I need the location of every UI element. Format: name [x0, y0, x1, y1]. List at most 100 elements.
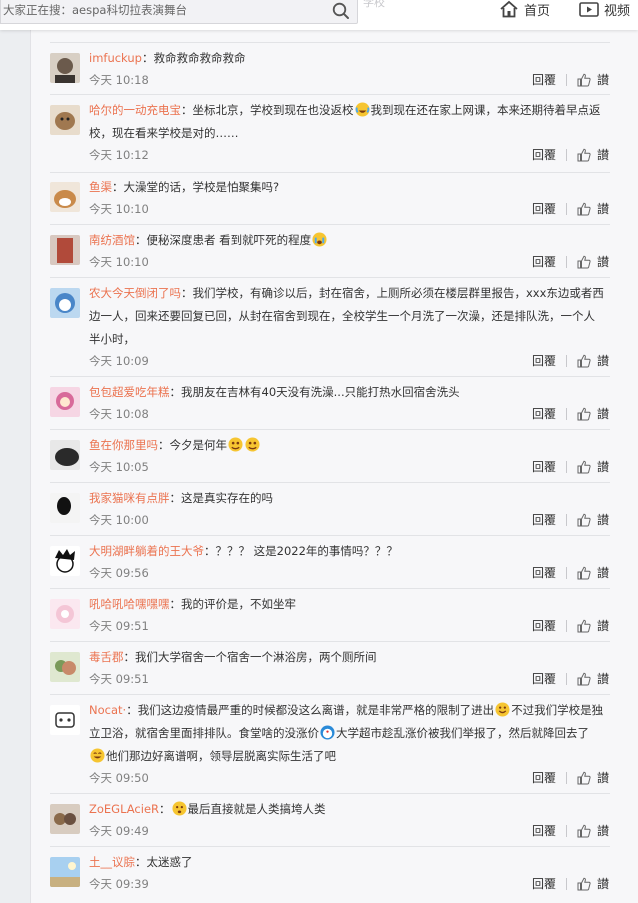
avatar[interactable] — [50, 440, 80, 470]
avatar[interactable] — [50, 288, 80, 318]
doraemon-emoji-icon — [320, 725, 335, 740]
avatar[interactable] — [50, 857, 80, 887]
avatar[interactable] — [50, 105, 80, 135]
thumbs-up-icon — [577, 877, 591, 890]
comment-divider — [50, 376, 610, 377]
reply-button[interactable]: 回覆 — [532, 146, 556, 163]
dizzy-emoji-icon — [228, 437, 243, 452]
like-button[interactable]: 讃 — [577, 253, 609, 270]
avatar[interactable] — [50, 387, 80, 417]
avatar[interactable] — [50, 182, 80, 212]
nav-home[interactable]: 首页 — [499, 0, 550, 19]
comment-time: 今天 10:08 — [89, 407, 149, 421]
avatar[interactable] — [50, 546, 80, 576]
action-divider — [565, 824, 567, 837]
like-button[interactable]: 讃 — [577, 71, 609, 88]
grin-emoji-icon — [90, 748, 105, 763]
like-button[interactable]: 讃 — [577, 670, 609, 687]
nav-video[interactable]: 视频 — [579, 0, 630, 19]
like-button[interactable]: 讃 — [577, 617, 609, 634]
like-label: 讃 — [596, 255, 609, 269]
thumbs-up-icon — [577, 354, 591, 367]
avatar[interactable] — [50, 652, 80, 682]
like-button[interactable]: 讃 — [577, 200, 609, 217]
comment-time: 今天 10:00 — [89, 513, 149, 527]
username-link[interactable]: 大明湖畔躺着的王大爷 — [89, 544, 204, 558]
thumbs-up-icon — [577, 148, 591, 161]
like-button[interactable]: 讃 — [577, 511, 609, 528]
like-button[interactable]: 讃 — [577, 352, 609, 369]
username-link[interactable]: 包包超爱吃年糕 — [89, 385, 170, 399]
comment-actions: 回覆 讃 — [532, 71, 609, 88]
reply-button[interactable]: 回覆 — [532, 200, 556, 217]
like-button[interactable]: 讃 — [577, 458, 609, 475]
thinking-emoji-icon — [171, 801, 187, 816]
username-link[interactable]: 吼哈吼哈嘿嘿嘿 — [89, 597, 170, 611]
reply-button[interactable]: 回覆 — [532, 875, 556, 892]
like-button[interactable]: 讃 — [577, 146, 609, 163]
comment-text: 我们大学宿舍一个宿舍一个淋浴房，两个厕所间 — [135, 650, 377, 664]
reply-button[interactable]: 回覆 — [532, 405, 556, 422]
like-label: 讃 — [596, 771, 609, 785]
reply-button[interactable]: 回覆 — [532, 458, 556, 475]
action-divider — [565, 619, 567, 632]
search-box[interactable] — [0, 0, 358, 24]
avatar[interactable] — [50, 599, 80, 629]
reply-button[interactable]: 回覆 — [532, 352, 556, 369]
search-icon[interactable] — [332, 2, 350, 20]
reply-button[interactable]: 回覆 — [532, 511, 556, 528]
username-link[interactable]: 毒舌郡 — [89, 650, 124, 664]
like-button[interactable]: 讃 — [577, 769, 609, 786]
comment-item: Nocat·：我们这边疫情最严重的时候都没这么离谱，就是非常严格的限制了进出 不过… — [50, 699, 610, 787]
reply-button[interactable]: 回覆 — [532, 71, 556, 88]
reply-button[interactable]: 回覆 — [532, 617, 556, 634]
top-bar: 学校 首页 视频 — [0, 0, 638, 30]
like-button[interactable]: 讃 — [577, 822, 609, 839]
avatar[interactable] — [50, 53, 80, 83]
avatar[interactable] — [50, 493, 80, 523]
username-link[interactable]: 哈尔的一动充电宝 — [89, 103, 181, 117]
reply-button[interactable]: 回覆 — [532, 769, 556, 786]
username-link[interactable]: Nocat· — [89, 703, 126, 717]
like-button[interactable]: 讃 — [577, 875, 609, 892]
action-divider — [565, 202, 567, 215]
search-input[interactable] — [1, 0, 325, 21]
thumbs-up-icon — [577, 672, 591, 685]
action-divider — [565, 672, 567, 685]
username-link[interactable]: 鱼在你那里吗 — [89, 438, 158, 452]
username-link[interactable]: imfuckup — [89, 51, 142, 65]
comment-text: 大澡堂的话，学校是怕聚集吗? — [123, 180, 280, 194]
comment-divider — [50, 641, 610, 642]
like-label: 讃 — [596, 354, 609, 368]
avatar[interactable] — [50, 705, 80, 735]
comment-divider — [50, 429, 610, 430]
username-link[interactable]: ZoEGLAcieR — [89, 802, 159, 816]
username-link[interactable]: 南纺酒馆 — [89, 233, 135, 247]
comment-text: 他们那边好离谱啊，领导层脱离实际生活了吧 — [106, 749, 336, 763]
username-link[interactable]: 农大今天倒闭了吗 — [89, 286, 181, 300]
reply-button[interactable]: 回覆 — [532, 822, 556, 839]
avatar[interactable] — [50, 804, 80, 834]
comment-time: 今天 10:10 — [89, 255, 149, 269]
username-link[interactable]: 鱼渠 — [89, 180, 112, 194]
username-link[interactable]: 土__议腙 — [89, 855, 135, 869]
like-label: 讃 — [596, 148, 609, 162]
like-button[interactable]: 讃 — [577, 405, 609, 422]
comment-actions: 回覆 讃 — [532, 875, 609, 892]
comment-time: 今天 10:18 — [89, 73, 149, 87]
reply-button[interactable]: 回覆 — [532, 670, 556, 687]
comment-text: 我的评价是，不如坐牢 — [181, 597, 296, 611]
avatar[interactable] — [50, 235, 80, 265]
username-link[interactable]: 我家猫咪有点胖 — [89, 491, 170, 505]
comment-item: 吼哈吼哈嘿嘿嘿：我的评价是，不如坐牢 今天 09:51 回覆讃 — [50, 593, 610, 633]
comment-divider — [50, 588, 610, 589]
reply-button[interactable]: 回覆 — [532, 253, 556, 270]
action-divider — [565, 407, 567, 420]
reply-button[interactable]: 回覆 — [532, 564, 556, 581]
like-label: 讃 — [596, 619, 609, 633]
like-button[interactable]: 讃 — [577, 564, 609, 581]
laugh-cry-emoji-icon — [354, 102, 370, 117]
comment-item: 毒舌郡：我们大学宿舍一个宿舍一个淋浴房，两个厕所间 今天 09:51 回覆讃 — [50, 646, 610, 686]
like-label: 讃 — [596, 877, 609, 891]
comment-time: 今天 10:09 — [89, 354, 149, 368]
